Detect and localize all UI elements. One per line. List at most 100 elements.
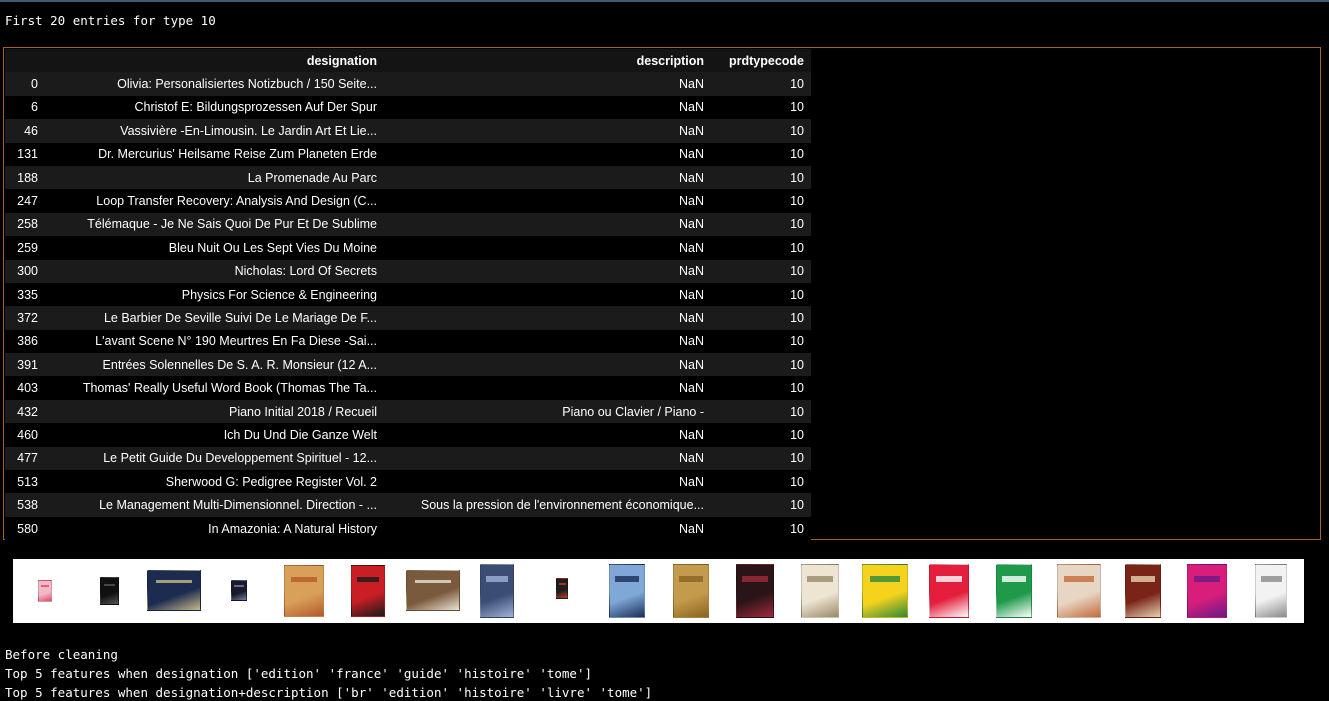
product-thumbnail — [351, 565, 385, 617]
cover-title-band — [742, 576, 768, 582]
description-cell: NaN — [384, 516, 711, 541]
product-image-strip — [13, 559, 1304, 623]
designation-cell: Piano Initial 2018 / Recueil — [45, 399, 384, 424]
designation-cell: Bleu Nuit Ou Les Sept Vies Du Moine — [45, 236, 384, 260]
designation-cell: Le Petit Guide Du Developpement Spiritue… — [45, 446, 384, 471]
description-cell: Sous la pression de l'environnement écon… — [384, 493, 711, 517]
designation-cell: L'avant Scene N° 190 Meurtres En Fa Dies… — [45, 329, 384, 354]
product-thumbnail — [996, 564, 1032, 618]
row-index-cell: 403 — [5, 376, 45, 400]
designation-cell: Le Barbier De Seville Suivi De Le Mariag… — [45, 306, 384, 330]
top-divider — [0, 0, 1329, 2]
table-row: 386 L'avant Scene N° 190 Meurtres En Fa D… — [5, 329, 811, 354]
prdtypecode-cell: 10 — [711, 165, 811, 190]
description-cell: Piano ou Clavier / Piano - — [384, 399, 711, 424]
product-thumbnail — [673, 564, 709, 618]
index-header — [5, 49, 45, 73]
product-thumbnail — [284, 565, 324, 617]
table-row: 580 In Amazonia: A Natural History NaN 10 — [5, 516, 811, 541]
prdtypecode-cell: 10 — [711, 236, 811, 260]
row-index-cell: 432 — [5, 399, 45, 424]
row-index-cell: 300 — [5, 259, 45, 283]
prdtypecode-cell: 10 — [711, 119, 811, 143]
cover-title-band — [869, 576, 901, 582]
designation-cell: Olivia: Personalisiertes Notizbuch / 150… — [45, 72, 384, 96]
row-index-cell: 131 — [5, 142, 45, 166]
table-row: 0 Olivia: Personalisiertes Notizbuch / 15… — [5, 72, 811, 96]
row-index-cell: 460 — [5, 423, 45, 447]
output-heading: First 20 entries for type 10 — [5, 13, 216, 28]
prdtypecode-cell: 10 — [711, 259, 811, 283]
description-cell: NaN — [384, 72, 711, 96]
prdtypecode-cell: 10 — [711, 376, 811, 400]
table-row: 258 Télémaque - Je Ne Sais Quoi De Pur Et… — [5, 212, 811, 237]
product-thumbnail — [100, 577, 119, 605]
table-row: 188 La Promenade Au Parc NaN 10 — [5, 165, 811, 190]
description-cell: NaN — [384, 165, 711, 190]
row-index-cell: 188 — [5, 165, 45, 190]
description-cell: NaN — [384, 353, 711, 377]
prdtypecode-cell: 10 — [711, 516, 811, 541]
product-thumbnail — [1187, 564, 1227, 618]
description-cell: NaN — [384, 329, 711, 354]
row-index-cell: 247 — [5, 189, 45, 213]
row-index-cell: 391 — [5, 353, 45, 377]
product-thumbnail — [862, 564, 908, 618]
designation-cell: Nicholas: Lord Of Secrets — [45, 259, 384, 283]
cover-title-band — [414, 579, 452, 584]
table-row: 403 Thomas' Really Useful Word Book (Thom… — [5, 376, 811, 400]
cover-title-band — [1193, 576, 1221, 582]
prdtypecode-cell: 10 — [711, 142, 811, 166]
designation-cell: Thomas' Really Useful Word Book (Thomas … — [45, 376, 384, 400]
cover-title-band — [40, 585, 50, 588]
designation-header: designation — [45, 49, 384, 73]
prdtypecode-cell: 10 — [711, 423, 811, 447]
footer-before-cleaning: Before cleaning — [5, 647, 118, 662]
cover-title-band — [1064, 576, 1094, 582]
product-thumbnail — [609, 564, 645, 618]
table-header-row: designation description prdtypecode — [5, 49, 811, 73]
prdtypecode-cell: 10 — [711, 282, 811, 307]
row-index-cell: 0 — [5, 72, 45, 96]
designation-cell: La Promenade Au Parc — [45, 165, 384, 190]
designation-cell: Ich Du Und Die Ganze Welt — [45, 423, 384, 447]
cover-title-band — [935, 576, 963, 582]
description-cell: NaN — [384, 189, 711, 213]
product-thumbnail — [736, 564, 774, 618]
table-row: 513 Sherwood G: Pedigree Register Vol. 2N… — [5, 470, 811, 494]
cover-title-band — [103, 583, 116, 587]
description-header: description — [384, 49, 711, 73]
product-thumbnail — [1057, 564, 1101, 618]
description-cell: NaN — [384, 259, 711, 283]
row-index-cell: 258 — [5, 212, 45, 237]
row-index-cell: 386 — [5, 329, 45, 354]
row-index-cell: 46 — [5, 119, 45, 143]
table-row: 460 Ich Du Und Die Ganze Welt NaN 10 — [5, 423, 811, 447]
product-thumbnail — [929, 564, 969, 618]
product-thumbnail — [801, 564, 839, 618]
prdtypecode-cell: 10 — [711, 470, 811, 494]
cover-title-band — [234, 585, 244, 588]
designation-cell: Dr. Mercurius' Heilsame Reise Zum Planet… — [45, 142, 384, 166]
row-index-cell: 513 — [5, 470, 45, 494]
cover-title-band — [155, 579, 193, 584]
prdtypecode-cell: 10 — [711, 189, 811, 213]
cover-title-band — [485, 576, 509, 582]
table-body: 0 Olivia: Personalisiertes Notizbuch / 15… — [5, 72, 811, 541]
designation-cell: Vassivière -En-Limousin. Le Jardin Art E… — [45, 119, 384, 143]
prdtypecode-header: prdtypecode — [711, 49, 811, 73]
description-cell: NaN — [384, 142, 711, 166]
designation-cell: Télémaque - Je Ne Sais Quoi De Pur Et De… — [45, 212, 384, 237]
designation-cell: In Amazonia: A Natural History — [45, 516, 384, 541]
table-row: 300 Nicholas: Lord Of Secrets NaN 10 — [5, 259, 811, 283]
product-thumbnail — [231, 580, 247, 601]
designation-cell: Entrées Solennelles De S. A. R. Monsieur… — [45, 353, 384, 377]
description-cell: NaN — [384, 236, 711, 260]
cover-title-band — [558, 583, 566, 586]
row-index-cell: 259 — [5, 236, 45, 260]
product-thumbnail — [406, 570, 460, 611]
description-cell: NaN — [384, 119, 711, 143]
row-index-cell: 335 — [5, 282, 45, 307]
description-cell: NaN — [384, 282, 711, 307]
row-index-cell: 372 — [5, 306, 45, 330]
